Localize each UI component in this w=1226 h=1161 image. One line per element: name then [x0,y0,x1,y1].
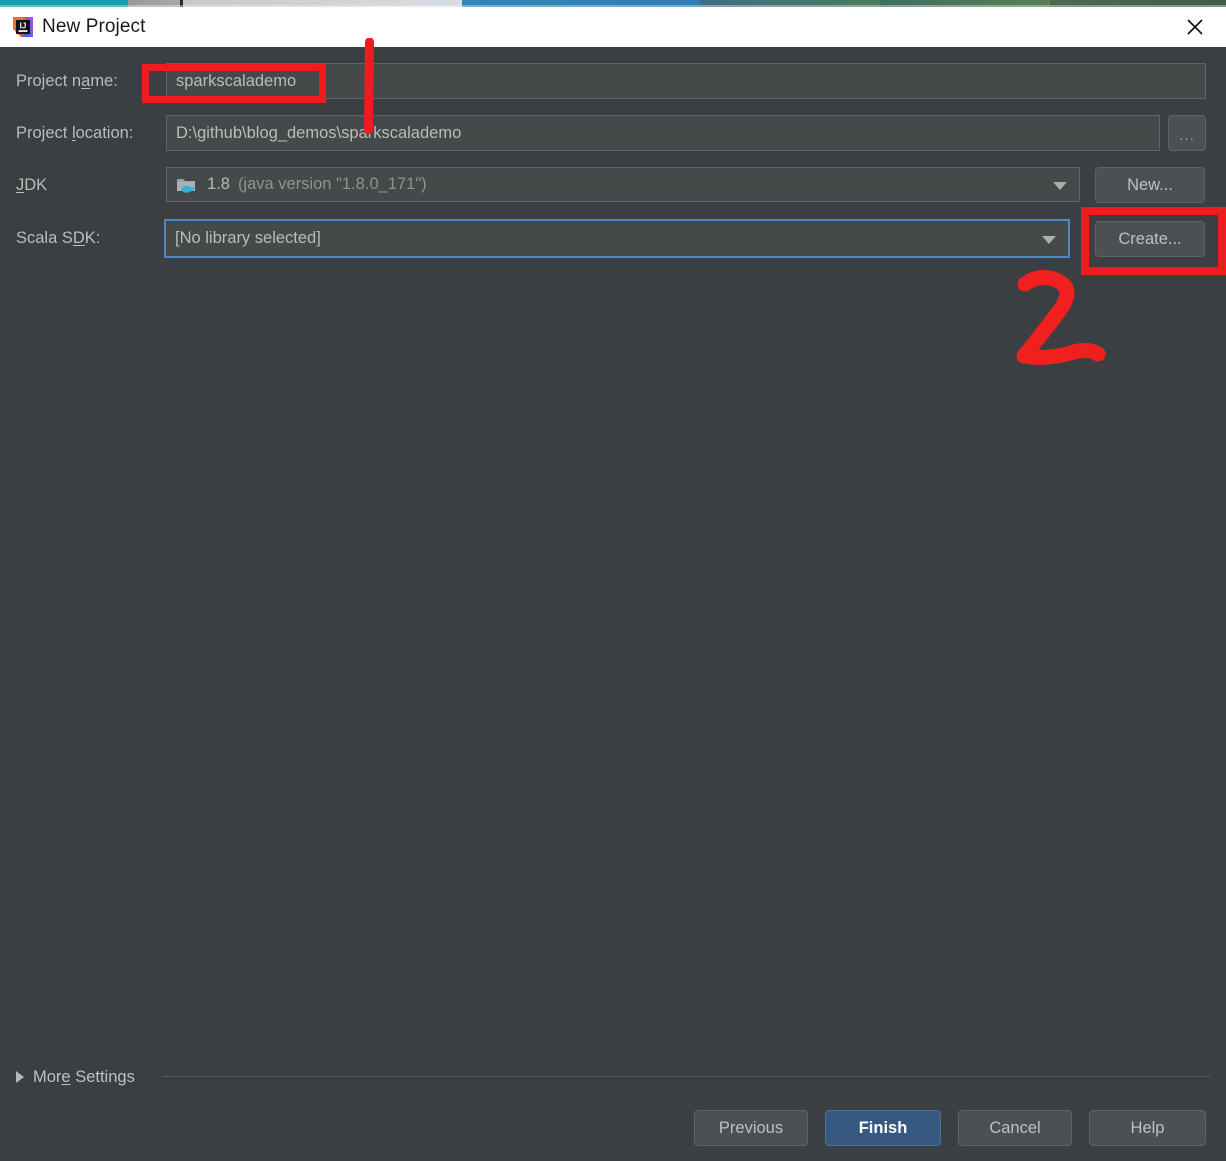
cancel-button[interactable]: Cancel [958,1110,1072,1146]
previous-button[interactable]: Previous [694,1110,808,1146]
intellij-idea-logo-icon: IJ [12,16,34,38]
finish-button[interactable]: Finish [825,1110,941,1146]
jdk-new-button[interactable]: New... [1095,167,1205,203]
more-settings-row: More Settings [0,1065,1226,1089]
jdk-label: JDK [16,176,48,194]
jdk-version-name: 1.8 [207,175,230,193]
dialog-title: New Project [42,16,146,37]
scala-sdk-combobox[interactable]: [No library selected] [164,219,1070,258]
jdk-folder-java-icon [176,176,196,193]
scala-sdk-value: [No library selected] [175,229,321,247]
help-button[interactable]: Help [1089,1110,1206,1146]
scala-sdk-label: Scala SDK: [16,229,101,247]
jdk-combobox[interactable]: 1.8 (java version "1.8.0_171") [166,167,1080,202]
new-project-dialog-body: Project name: sparkscalademo Project loc… [0,47,1226,1161]
triangle-right-icon [16,1071,24,1083]
more-settings-separator [162,1076,1210,1077]
more-settings-toggle[interactable]: More Settings [16,1065,135,1089]
browse-location-button[interactable]: ... [1168,115,1206,151]
dialog-title-bar: IJ New Project [0,7,1226,48]
close-icon[interactable] [1172,12,1218,42]
project-location-label: Project location: [16,124,134,142]
project-name-label: Project name: [16,72,118,90]
scala-sdk-create-button[interactable]: Create... [1095,221,1205,257]
jdk-version-detail: (java version "1.8.0_171") [237,175,427,193]
chevron-down-icon[interactable] [1053,181,1067,190]
chevron-down-icon[interactable] [1042,235,1056,244]
background-desktop-strip [0,0,1226,7]
project-location-input[interactable]: D:\github\blog_demos\sparkscalademo [166,115,1160,151]
svg-text:IJ: IJ [20,22,27,31]
more-settings-label: More Settings [33,1067,135,1086]
project-name-input[interactable]: sparkscalademo [166,63,1206,99]
